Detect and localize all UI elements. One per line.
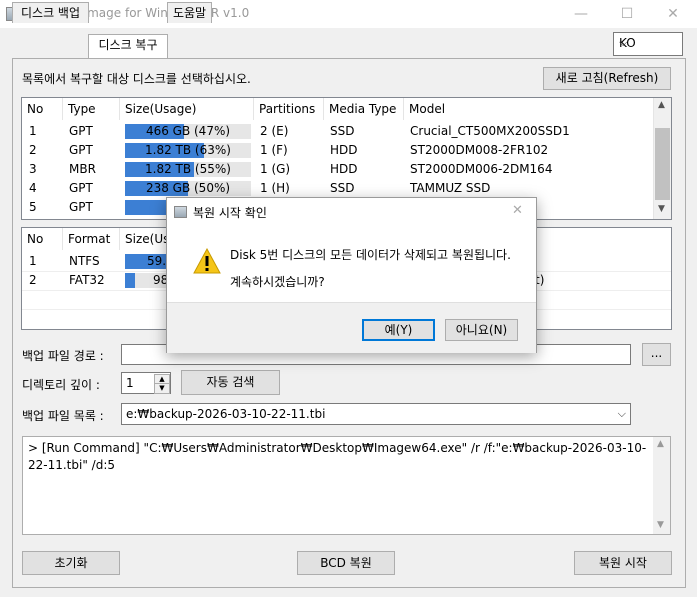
cell-partitions: 2 (E) <box>260 124 289 138</box>
auto-search-button[interactable]: 자동 검색 <box>181 370 280 395</box>
cell-no: 4 <box>29 181 37 195</box>
table-row[interactable]: 1 GPT 466 GB (47%) 2 (E) SSD Crucial_CT5… <box>22 122 654 141</box>
cell-partitions: 1 (F) <box>260 143 288 157</box>
usage-bar: 1.82 TB (55%) <box>125 162 251 177</box>
cell-type: GPT <box>69 124 93 138</box>
cell-no: 5 <box>29 200 37 214</box>
table-row[interactable]: 2 GPT 1.82 TB (63%) 1 (F) HDD ST2000DM00… <box>22 141 654 160</box>
column-header-no[interactable]: No <box>22 228 63 250</box>
cell-partitions: 1 (G) <box>260 162 291 176</box>
bcd-restore-button[interactable]: BCD 복원 <box>297 551 395 575</box>
usage-bar: 238 GB (50%) <box>125 181 251 196</box>
maximize-button[interactable]: ☐ <box>604 0 650 28</box>
column-header-partitions[interactable]: Partitions <box>254 98 324 120</box>
column-header-media-type[interactable]: Media Type <box>324 98 404 120</box>
cell-type: GPT <box>69 200 93 214</box>
language-select[interactable]: KO ⌵ <box>613 32 683 56</box>
confirm-dialog: 복원 시작 확인 ✕ Disk 5번 디스크의 모든 데이터가 삭제되고 복원됩… <box>166 197 537 353</box>
column-header-type[interactable]: Type <box>63 98 120 120</box>
column-header-size[interactable]: Size(Usage) <box>120 98 254 120</box>
start-restore-button[interactable]: 복원 시작 <box>574 551 672 575</box>
scroll-thumb[interactable] <box>655 128 670 200</box>
dialog-body: Disk 5번 디스크의 모든 데이터가 삭제되고 복원됩니다. 계속하시겠습니… <box>167 226 536 302</box>
cell-size: 238 GB (50%) <box>145 181 231 195</box>
app-icon <box>174 206 187 218</box>
no-button[interactable]: 아니요(N) <box>445 319 518 341</box>
cell-partitions: 1 (H) <box>260 181 290 195</box>
cell-size: 1.82 TB (55%) <box>145 162 231 176</box>
usage-bar: 466 GB (47%) <box>125 124 251 139</box>
cell-media-type: HDD <box>330 162 358 176</box>
cell-model: TAMMUZ SSD <box>410 181 491 195</box>
dialog-footer: 예(Y) 아니요(N) <box>167 302 536 353</box>
dialog-title-bar: 복원 시작 확인 ✕ <box>167 198 536 226</box>
tab-help[interactable]: 도움말 <box>167 2 212 23</box>
tab-disk-backup[interactable]: 디스크 백업 <box>12 2 89 23</box>
backup-list-value: e:₩backup-2026-03-10-22-11.tbi <box>126 407 326 421</box>
main-window: Terabyte Image for Windows BR v1.0 — ☐ ✕… <box>0 0 697 597</box>
scroll-down-icon[interactable]: ▼ <box>657 520 664 530</box>
column-header-format[interactable]: Format <box>63 228 120 250</box>
backup-list-label: 백업 파일 목록 : <box>22 409 104 423</box>
browse-button[interactable]: ... <box>642 343 671 366</box>
command-log[interactable]: > [Run Command] "C:₩Users₩Administrator₩… <box>22 436 671 535</box>
dialog-title: 복원 시작 확인 <box>193 206 267 220</box>
yes-button[interactable]: 예(Y) <box>362 319 435 341</box>
backup-path-label: 백업 파일 경로 : <box>22 349 104 363</box>
step-down-icon[interactable]: ▼ <box>154 383 170 394</box>
warning-icon <box>193 248 221 274</box>
close-button[interactable]: ✕ <box>650 0 696 28</box>
cell-model: Crucial_CT500MX200SSD1 <box>410 124 570 138</box>
table-row[interactable]: 3 MBR 1.82 TB (55%) 1 (G) HDD ST2000DM00… <box>22 160 654 179</box>
depth-stepper[interactable]: 1 ▲ ▼ <box>121 372 171 394</box>
close-icon[interactable]: ✕ <box>512 203 523 218</box>
cell-size: 466 GB (47%) <box>145 124 231 138</box>
log-text: > [Run Command] "C:₩Users₩Administrator₩… <box>28 441 647 472</box>
cell-no: 1 <box>29 124 37 138</box>
cell-trail: t) <box>535 273 545 287</box>
cell-no: 3 <box>29 162 37 176</box>
cell-type: MBR <box>69 162 96 176</box>
cell-type: GPT <box>69 143 93 157</box>
chevron-down-icon: ⌵ <box>619 36 628 49</box>
scroll-up-icon[interactable]: ▲ <box>657 439 664 449</box>
cell-type: GPT <box>69 181 93 195</box>
column-header-no[interactable]: No <box>22 98 63 120</box>
scroll-down-icon[interactable]: ▼ <box>658 204 665 214</box>
cell-size: 1.82 TB (63%) <box>145 143 231 157</box>
cell-format: FAT32 <box>69 273 105 287</box>
dialog-message-line2: 계속하시겠습니까? <box>230 275 325 289</box>
reset-button[interactable]: 초기화 <box>22 551 120 575</box>
cell-media-type: HDD <box>330 143 358 157</box>
depth-label: 디렉토리 깊이 : <box>22 378 100 392</box>
column-header-model[interactable]: Model <box>404 98 654 120</box>
cell-model: ST2000DM008-2FR102 <box>410 143 549 157</box>
dialog-message-line1: Disk 5번 디스크의 모든 데이터가 삭제되고 복원됩니다. <box>230 248 511 262</box>
title-bar: Terabyte Image for Windows BR v1.0 — ☐ ✕ <box>0 0 697 28</box>
cell-no: 2 <box>29 273 37 287</box>
cell-media-type: SSD <box>330 124 355 138</box>
cell-model: ST2000DM006-2DM164 <box>410 162 553 176</box>
usage-bar: 1.82 TB (63%) <box>125 143 251 158</box>
tab-disk-restore[interactable]: 디스크 복구 <box>88 34 168 58</box>
cell-media-type: SSD <box>330 181 355 195</box>
table-row[interactable]: 4 GPT 238 GB (50%) 1 (H) SSD TAMMUZ SSD <box>22 179 654 198</box>
cell-no: 1 <box>29 254 37 268</box>
disk-list-scrollbar[interactable]: ▲ ▼ <box>653 98 671 219</box>
backup-list-select[interactable]: e:₩backup-2026-03-10-22-11.tbi ⌵ <box>121 403 631 425</box>
instruction-text: 목록에서 복구할 대상 디스크를 선택하십시오. <box>22 72 251 86</box>
refresh-button[interactable]: 새로 고침(Refresh) <box>543 67 671 90</box>
cell-format: NTFS <box>69 254 100 268</box>
cell-no: 2 <box>29 143 37 157</box>
log-scrollbar[interactable]: ▲ ▼ <box>653 437 670 534</box>
chevron-down-icon: ⌵ <box>617 407 626 420</box>
scroll-up-icon[interactable]: ▲ <box>658 100 665 110</box>
minimize-button[interactable]: — <box>558 0 604 28</box>
depth-value: 1 <box>126 376 134 390</box>
